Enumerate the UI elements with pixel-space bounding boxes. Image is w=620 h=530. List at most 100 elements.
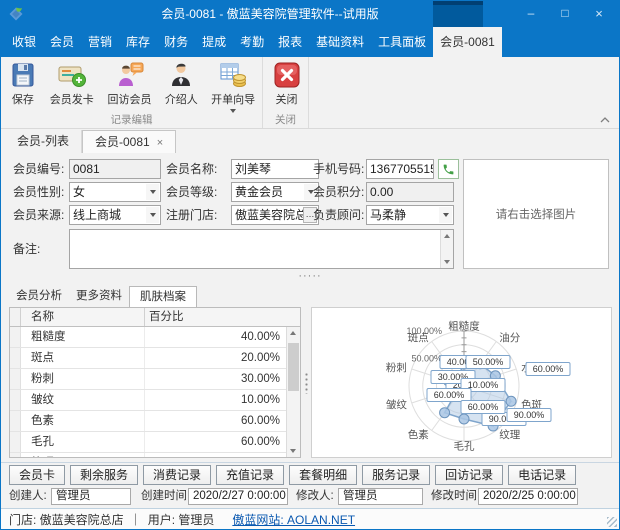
collapse-ribbon-icon[interactable]: [599, 115, 611, 125]
revisit-member-button[interactable]: 回访会员: [101, 57, 159, 113]
remaining-services-button[interactable]: 剩余服务: [70, 465, 138, 485]
horizontal-splitter[interactable]: ·····: [1, 271, 619, 284]
menu-finance[interactable]: 财务: [157, 27, 195, 57]
advisor-dropdown-icon[interactable]: [439, 207, 452, 223]
menu-member[interactable]: 会员: [43, 27, 81, 57]
table-row[interactable]: 色素 60.00%: [10, 411, 300, 432]
revisit-records-button[interactable]: 回访记录: [435, 465, 503, 485]
call-records-button[interactable]: 电话记录: [508, 465, 576, 485]
svg-text:色素: 色素: [408, 428, 429, 441]
table-scrollbar[interactable]: [286, 327, 300, 457]
tab-close-icon[interactable]: ×: [157, 137, 163, 149]
scroll-down-icon[interactable]: [444, 260, 450, 264]
menu-basic-data[interactable]: 基础资料: [309, 27, 371, 57]
minimize-button[interactable]: –: [515, 1, 547, 27]
menu-tab-member-0081[interactable]: 会员-0081: [433, 27, 502, 57]
service-records-button[interactable]: 服务记录: [362, 465, 430, 485]
scroll-up-icon[interactable]: [444, 234, 450, 238]
maximize-button[interactable]: □: [549, 1, 581, 27]
menu-attendance[interactable]: 考勤: [233, 27, 271, 57]
table-row[interactable]: 皱纹 10.00%: [10, 390, 300, 411]
scroll-down-icon[interactable]: [290, 449, 296, 453]
remark-textarea[interactable]: [69, 229, 454, 269]
table-row[interactable]: 纹理 90.00%: [10, 453, 300, 458]
ribbon-group-label-record-edit: 记录编辑: [1, 112, 262, 127]
revisit-member-label: 回访会员: [108, 91, 152, 107]
cell-value: 10.00%: [145, 390, 300, 410]
call-button[interactable]: [438, 159, 459, 179]
member-no-field[interactable]: 0081: [69, 159, 161, 179]
menu-tool-panel[interactable]: 工具面板: [371, 27, 433, 57]
source-select[interactable]: 线上商城: [69, 205, 161, 225]
table-row[interactable]: 粉刺 30.00%: [10, 369, 300, 390]
issue-card-button[interactable]: 会员发卡: [43, 57, 101, 113]
save-icon: [8, 60, 38, 90]
package-details-button[interactable]: 套餐明细: [289, 465, 357, 485]
cell-value: 90.00%: [145, 453, 300, 458]
status-store: 门店: 傲蓝美容院总店: [9, 511, 124, 528]
menu-marketing[interactable]: 营销: [81, 27, 119, 57]
tab-more-info[interactable]: 更多资料: [69, 286, 129, 307]
gender-select[interactable]: 女: [69, 182, 161, 202]
member-name-field[interactable]: 刘美琴: [231, 159, 319, 179]
remark-label: 备注:: [13, 239, 40, 259]
titlebar: 会员-0081 - 傲蓝美容院管理软件--试用版 – □ ×: [1, 1, 619, 27]
cell-name: 色素: [21, 411, 145, 431]
remark-scrollbar[interactable]: [440, 230, 453, 268]
member-photo-placeholder[interactable]: 请右击选择图片: [463, 159, 609, 269]
billing-wizard-icon: [218, 60, 248, 90]
menu-cashier[interactable]: 收银: [5, 27, 43, 57]
tab-member-analysis[interactable]: 会员分析: [9, 286, 69, 307]
level-select[interactable]: 黄金会员: [231, 182, 319, 202]
close-window-button[interactable]: ×: [583, 1, 615, 27]
created-time-field: 2020/2/27 0:00:00: [188, 488, 288, 505]
svg-text:粗糙度: 粗糙度: [448, 320, 480, 333]
tab-member-list[interactable]: 会员-列表: [5, 130, 82, 153]
column-header-percentage[interactable]: 百分比: [145, 308, 300, 326]
source-value: 线上商城: [73, 208, 121, 222]
gender-dropdown-icon[interactable]: [146, 184, 159, 200]
website-link[interactable]: 傲蓝网站: AOLAN.NET: [232, 511, 355, 528]
recharge-records-button[interactable]: 充值记录: [216, 465, 284, 485]
column-header-name[interactable]: 名称: [21, 308, 145, 326]
mobile-field[interactable]: 13677055153: [366, 159, 434, 179]
cell-name: 粗糙度: [21, 327, 145, 347]
store-field[interactable]: 傲蓝美容院总店 …: [231, 205, 319, 225]
scroll-up-icon[interactable]: [290, 331, 296, 335]
menu-reports[interactable]: 报表: [271, 27, 309, 57]
menu-commission[interactable]: 提成: [195, 27, 233, 57]
introducer-button[interactable]: 介绍人: [158, 57, 204, 113]
consumption-records-button[interactable]: 消费记录: [143, 465, 211, 485]
table-row[interactable]: 斑点 20.00%: [10, 348, 300, 369]
revisit-member-icon: [115, 60, 145, 90]
table-row[interactable]: 毛孔 60.00%: [10, 432, 300, 453]
save-label: 保存: [12, 91, 34, 107]
cell-value: 30.00%: [145, 369, 300, 389]
close-record-button[interactable]: 关闭: [267, 57, 307, 113]
introducer-icon: [166, 60, 196, 90]
member-card-button[interactable]: 会员卡: [9, 465, 65, 485]
points-label: 会员积分:: [313, 182, 364, 202]
save-button[interactable]: 保存: [3, 57, 43, 113]
advisor-select[interactable]: 马柔静: [366, 205, 454, 225]
svg-text:皱纹: 皱纹: [386, 398, 407, 411]
resize-grip[interactable]: [607, 517, 617, 527]
table-row[interactable]: 粗糙度 40.00%: [10, 327, 300, 348]
ribbon-toolbar: 保存 会员发卡: [1, 57, 619, 129]
audit-info-bar: 创建人: 管理员 创建时间: 2020/2/27 0:00:00 修改人: 管理…: [1, 488, 619, 507]
tab-member-0081[interactable]: 会员-0081×: [82, 130, 176, 153]
source-dropdown-icon[interactable]: [146, 207, 159, 223]
cell-name: 纹理: [21, 453, 145, 458]
tab-skin-record[interactable]: 肌肤档案: [129, 286, 197, 307]
table-header: 名称 百分比: [10, 308, 300, 327]
points-field[interactable]: 0.00: [366, 182, 454, 202]
creator-field: 管理员: [51, 488, 131, 505]
mobile-label: 手机号码:: [313, 159, 364, 179]
svg-text:油分: 油分: [499, 331, 520, 344]
member-no-label: 会员编号:: [13, 159, 64, 179]
vertical-splitter[interactable]: [302, 307, 310, 458]
scrollbar-thumb[interactable]: [288, 343, 299, 391]
menu-inventory[interactable]: 库存: [119, 27, 157, 57]
billing-wizard-button[interactable]: 开单向导: [204, 57, 262, 113]
svg-text:50.00%: 50.00%: [411, 354, 442, 364]
